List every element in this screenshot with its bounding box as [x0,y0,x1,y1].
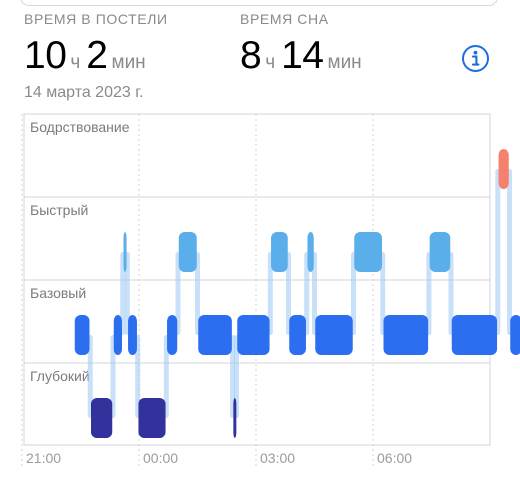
time-axis: 21:00 00:00 03:00 06:00 [26,450,412,466]
sleep-segment [233,398,237,438]
sleep-segment [74,315,90,355]
stage-label-deep: Глубокий [30,368,90,384]
sleep-segment [383,315,429,355]
sleep-segment [498,149,509,189]
stage-label-core: Базовый [30,285,86,301]
stage-transition [495,169,501,335]
sleep-segment [510,315,520,355]
sleep-segment [128,315,137,355]
sleep-segment [289,315,306,355]
tick-label-0300: 03:00 [260,450,295,466]
sleep-segment [91,398,113,438]
sleep-segment [315,315,353,355]
stage-label-rem: Быстрый [30,202,88,218]
sleep-segment [113,315,122,355]
sleep-segment [429,232,451,272]
stage-transition [507,169,512,335]
sleep-stages-chart: Бодрствование Быстрый Базовый Глубокий 2… [21,113,520,468]
tick-label-0000: 00:00 [143,450,178,466]
sleep-segment [123,232,127,272]
sleep-segment [198,315,232,355]
sleep-segment [271,232,288,272]
sleep-segment [178,232,197,272]
tick-label-2100: 21:00 [26,450,61,466]
sleep-segment [354,232,382,272]
sleep-segment [167,315,178,355]
tick-label-0600: 06:00 [377,450,412,466]
stage-transitions [87,169,512,418]
stage-label-awake: Бодрствование [30,119,130,135]
sleep-segment [138,398,166,438]
sleep-segment [237,315,270,355]
sleep-segment [307,232,314,272]
sleep-segment [451,315,498,355]
